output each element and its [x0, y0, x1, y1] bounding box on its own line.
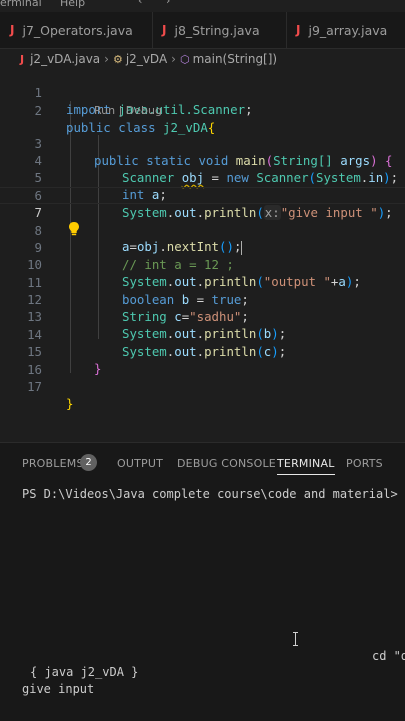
- line-number: 2: [34, 103, 42, 118]
- tab-terminal[interactable]: TERMINAL: [277, 457, 335, 475]
- java-file-icon: J: [20, 52, 25, 66]
- code-line: 8: [0, 205, 405, 238]
- code-line: 14 System.out.println(c);: [0, 309, 405, 359]
- code-text: }: [66, 396, 74, 411]
- code-line: 16: [0, 344, 405, 377]
- code-line: 10 System.out.println("output "+a);: [0, 239, 405, 289]
- class-icon: ⚙: [112, 52, 123, 66]
- tab-ports[interactable]: PORTS: [346, 457, 383, 470]
- code-line: 6 System.out.println(x:"give input ");: [0, 170, 405, 220]
- code-line: 13 System.out.println(b);: [0, 291, 405, 341]
- tab-j8-string[interactable]: J j8_String.java: [152, 12, 287, 48]
- code-line: 3 public static void main(String[] args)…: [0, 118, 405, 168]
- breadcrumb-class[interactable]: j2_vDA: [126, 52, 167, 66]
- tab-output[interactable]: OUTPUT: [117, 457, 163, 470]
- panel-tab-bar: PROBLEMS 2 OUTPUT DEBUG CONSOLE TERMINAL…: [0, 453, 405, 475]
- java-file-icon: J: [162, 23, 167, 37]
- tab-debug-console[interactable]: DEBUG CONSOLE: [177, 457, 276, 470]
- method-icon: ⬡: [179, 52, 190, 66]
- code-line: 4 Scanner obj = new Scanner(System.in);: [0, 135, 405, 185]
- code-line: 12 String c="sadhu";: [0, 274, 405, 324]
- java-file-icon: J: [296, 23, 301, 37]
- java-file-icon: J: [10, 23, 15, 37]
- forward-arrow-icon[interactable]: ›: [166, 0, 170, 7]
- breadcrumb-file[interactable]: j2_vDA.java: [30, 52, 100, 66]
- tab-j9-array[interactable]: J j9_array.java: [286, 12, 405, 48]
- code-line: 17 }: [0, 361, 405, 411]
- codelens-run-debug[interactable]: Run | Debug: [94, 104, 162, 118]
- menu-help[interactable]: Help: [60, 0, 85, 9]
- code-editor[interactable]: 1 import java.util.Scanner; 2 public cla…: [0, 67, 405, 442]
- problems-count-badge: 2: [80, 454, 97, 471]
- editor-tab-bar: J j7_Operators.java J j8_String.java J j…: [0, 12, 405, 49]
- tab-label: j9_array.java: [308, 22, 388, 38]
- code-line-current: 7 a=obj.nextInt();: [0, 187, 405, 255]
- code-line: 2 public class j2_vDA{: [0, 85, 405, 135]
- back-arrow-icon[interactable]: ‹: [138, 0, 142, 7]
- terminal-prompt-line: PS D:\Videos\Java complete course\code a…: [22, 487, 405, 501]
- code-line: 15 }: [0, 326, 405, 376]
- code-line: 1 import java.util.Scanner;: [0, 67, 405, 117]
- tab-problems[interactable]: PROBLEMS: [22, 457, 84, 470]
- menu-terminal[interactable]: erminal: [0, 0, 42, 9]
- tab-label: j7_Operators.java: [22, 22, 133, 38]
- menu-bar: erminal Help ‹ ›: [0, 0, 405, 12]
- chevron-right-icon: ›: [171, 52, 176, 66]
- line-number: 17: [27, 379, 42, 394]
- terminal-output-line: give input: [22, 682, 95, 696]
- chevron-right-icon: ›: [104, 52, 109, 66]
- terminal-run-line: { java j2_vDA }: [30, 665, 139, 679]
- breadcrumb-method[interactable]: main(String[]): [193, 52, 278, 66]
- tab-j7-operators[interactable]: J j7_Operators.java: [0, 12, 153, 48]
- terminal-wrap-fragment: cd "d: [372, 649, 405, 663]
- code-line: 9 // int a = 12 ;: [0, 222, 405, 272]
- code-line: 5 int a;: [0, 152, 405, 202]
- breadcrumb: J j2_vDA.java › ⚙ j2_vDA › ⬡ main(String…: [0, 49, 405, 69]
- text-ibeam-cursor-icon: [293, 632, 298, 646]
- code-line: 11 boolean b = true;: [0, 257, 405, 307]
- tab-label: j8_String.java: [174, 22, 260, 38]
- bottom-panel: PROBLEMS 2 OUTPUT DEBUG CONSOLE TERMINAL…: [0, 442, 405, 721]
